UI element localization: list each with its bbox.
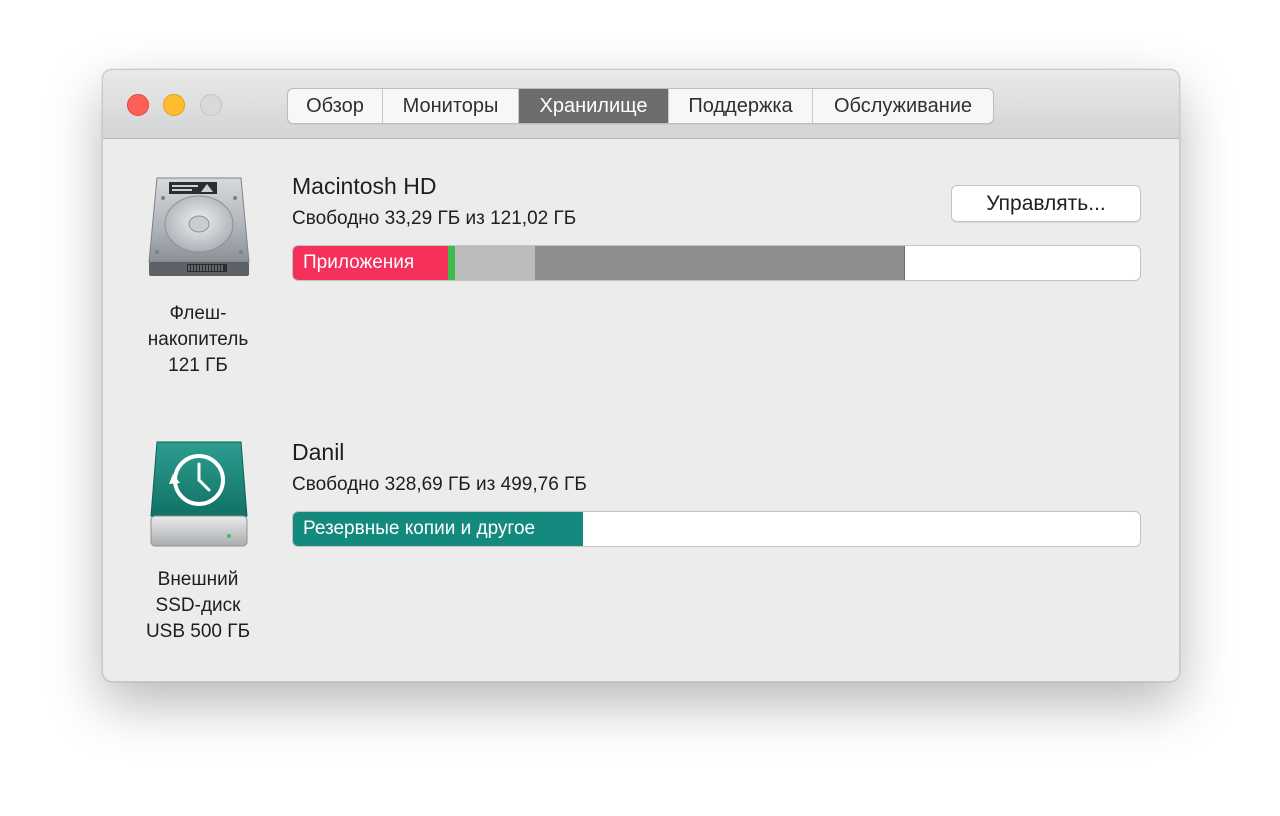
- tab-storage[interactable]: Хранилище: [519, 89, 669, 123]
- usage-segment[interactable]: [455, 246, 535, 280]
- tab-support[interactable]: Поддержка: [669, 89, 813, 123]
- tab-overview[interactable]: Обзор: [288, 89, 383, 123]
- volume-free-space: Свободно 33,29 ГБ из 121,02 ГБ: [292, 208, 577, 229]
- segment-label-apps: Приложения: [303, 252, 415, 273]
- title-bar: Обзор Мониторы Хранилище Поддержка Обслу…: [103, 70, 1179, 139]
- disk-1-label-line: 121 ГБ: [168, 355, 228, 376]
- disk-1-label-line: накопитель: [147, 329, 249, 350]
- time-machine-drive-icon: [149, 440, 249, 555]
- disk-2-label-line: Внешний: [157, 569, 239, 590]
- disk-2-label-line: SSD-диск: [155, 595, 241, 616]
- volume-name: Macintosh HD: [292, 173, 437, 199]
- usage-segment[interactable]: [535, 246, 905, 280]
- storage-usage-bar[interactable]: Приложения: [292, 245, 1141, 281]
- disk-1-label-line: Флеш-: [169, 303, 227, 324]
- disk-1-label: Флеш- накопитель 121 ГБ: [123, 301, 273, 379]
- segment-label-backups: Резервные копии и другое: [303, 518, 536, 539]
- tab-displays[interactable]: Мониторы: [383, 89, 519, 123]
- volume-free-space: Свободно 328,69 ГБ из 499,76 ГБ: [292, 474, 587, 495]
- manage-button[interactable]: Управлять...: [951, 185, 1141, 222]
- usage-segment[interactable]: [448, 246, 455, 280]
- disk-2-label-line: USB 500 ГБ: [145, 621, 251, 642]
- system-info-window: Обзор Мониторы Хранилище Поддержка Обслу…: [102, 69, 1180, 682]
- tab-bar: Обзор Мониторы Хранилище Поддержка Обслу…: [287, 88, 994, 124]
- minimize-window-button[interactable]: [163, 94, 185, 116]
- hard-drive-icon: [147, 172, 251, 285]
- volume-name: Danil: [292, 439, 345, 465]
- close-window-button[interactable]: [127, 94, 149, 116]
- zoom-window-button[interactable]: [200, 94, 222, 116]
- disk-2-label: Внешний SSD-диск USB 500 ГБ: [123, 567, 273, 645]
- storage-usage-bar[interactable]: Резервные копии и другое: [292, 511, 1141, 547]
- tab-service[interactable]: Обслуживание: [813, 89, 993, 123]
